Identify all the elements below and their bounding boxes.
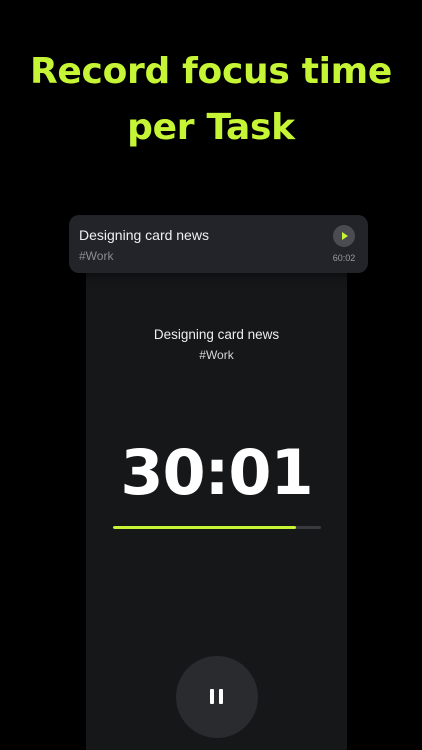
task-card[interactable]: Designing card news #Work 60:02 — [69, 215, 368, 273]
focus-task-title: Designing card news — [153, 327, 280, 342]
pause-button[interactable] — [176, 656, 258, 738]
headline-line-1: Record focus time — [30, 51, 392, 92]
pause-icon — [210, 689, 223, 704]
timer-display: 30:01 — [120, 436, 313, 509]
task-card-duration: 60:02 — [332, 253, 356, 263]
progress-fill — [113, 526, 297, 529]
headline-line-2: per Task — [127, 107, 295, 148]
progress-bar — [113, 526, 321, 529]
task-card-title: Designing card news — [79, 227, 209, 243]
headline: Record focus time per Task — [0, 44, 422, 156]
play-button[interactable] — [333, 225, 355, 247]
play-icon — [342, 232, 348, 240]
focus-task-tag: #Work — [199, 348, 234, 362]
task-card-tag: #Work — [79, 249, 114, 263]
